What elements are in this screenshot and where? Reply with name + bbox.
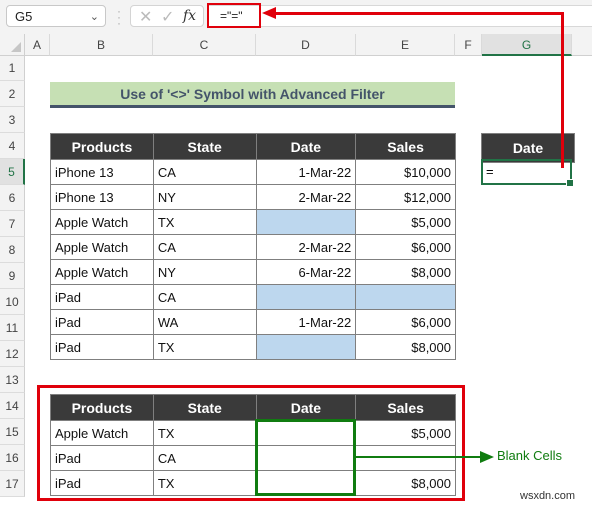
name-box[interactable]: G5 ⌄ [6,5,106,27]
select-all-button[interactable] [0,34,25,56]
table-row: Apple Watch NY 6-Mar-22 $8,000 [50,259,456,285]
table-row: iPhone 13 NY 2-Mar-22 $12,000 [50,184,456,210]
table-row: Apple Watch CA 2-Mar-22 $6,000 [50,234,456,260]
table-row: iPhone 13 CA 1-Mar-22 $10,000 [50,159,456,185]
fill-handle[interactable] [566,179,574,187]
product-cell[interactable]: iPhone 13 [50,159,154,185]
header-sales: Sales [355,133,456,160]
date-cell[interactable]: 2-Mar-22 [255,184,357,210]
product-cell[interactable]: Apple Watch [50,259,154,285]
column-header-f[interactable]: F [455,34,482,56]
date-cell[interactable]: 6-Mar-22 [255,259,357,285]
state-cell[interactable]: CA [152,284,257,310]
header-products: Products [50,133,154,160]
product-cell[interactable]: Apple Watch [50,209,154,235]
row-header-11[interactable]: 11 [0,315,25,341]
formula-bar: G5 ⌄ · · · ✕ ✓ fx ="=" [0,0,592,35]
cancel-icon[interactable]: ✕ [139,7,152,27]
row-header-5[interactable]: 5 [0,159,25,185]
state-cell[interactable]: WA [152,309,257,335]
active-cell-g5[interactable]: = [481,159,574,187]
enter-icon[interactable]: ✓ [161,7,174,27]
date-cell[interactable] [255,334,357,360]
row-header-3[interactable]: 3 [0,107,25,133]
blank-cells-label: Blank Cells [497,448,563,463]
blank-cells-highlight-box [255,419,356,496]
row-header-13[interactable]: 13 [0,367,25,393]
insert-function-icon[interactable]: fx [183,8,196,24]
formula-buttons: ✕ ✓ fx [130,5,204,27]
header-date: Date [255,133,357,160]
row-header-16[interactable]: 16 [0,445,25,471]
product-cell[interactable]: iPad [50,334,154,360]
date-cell[interactable]: 1-Mar-22 [255,309,357,335]
sales-cell[interactable]: $6,000 [355,309,456,335]
row-header-17[interactable]: 17 [0,471,25,497]
product-cell[interactable]: iPad [50,309,154,335]
table-row: iPad WA 1-Mar-22 $6,000 [50,309,456,335]
state-cell[interactable]: TX [152,209,257,235]
row-header-14[interactable]: 14 [0,393,25,419]
row-header-6[interactable]: 6 [0,185,25,211]
date-cell[interactable] [255,284,357,310]
red-connector-vertical [561,12,564,168]
row-header-8[interactable]: 8 [0,237,25,263]
sales-cell[interactable]: $5,000 [355,209,456,235]
date-cell[interactable] [255,209,357,235]
sales-cell[interactable]: $8,000 [355,259,456,285]
sales-cell[interactable]: $8,000 [355,334,456,360]
watermark: wsxdn.com [520,490,576,502]
product-cell[interactable]: iPad [50,284,154,310]
formula-highlight-box [207,3,261,28]
main-table-header-row: Products State Date Sales [50,133,456,160]
sales-cell[interactable] [355,284,456,310]
green-arrowhead-icon [480,451,494,463]
column-header-d[interactable]: D [256,34,356,56]
state-cell[interactable]: CA [152,159,257,185]
product-cell[interactable]: Apple Watch [50,234,154,260]
state-cell[interactable]: NY [152,259,257,285]
table-row: iPad CA [50,284,456,310]
row-header-12[interactable]: 12 [0,341,25,367]
sales-cell[interactable]: $6,000 [355,234,456,260]
red-connector-horizontal [274,12,564,15]
chevron-down-icon[interactable]: ⌄ [90,6,99,28]
row-header-2[interactable]: 2 [0,81,25,107]
criteria-value: = [486,164,494,179]
column-header-a[interactable]: A [25,34,50,56]
row-header-15[interactable]: 15 [0,419,25,445]
row-header-1[interactable]: 1 [0,56,25,81]
name-box-value: G5 [15,9,33,24]
green-connector [356,456,481,458]
row-header-4[interactable]: 4 [0,133,25,159]
state-cell[interactable]: TX [152,334,257,360]
row-header-10[interactable]: 10 [0,289,25,315]
sheet-title: Use of '<>' Symbol with Advanced Filter [50,82,455,108]
state-cell[interactable]: CA [152,234,257,260]
header-state: State [152,133,257,160]
sales-cell[interactable]: $12,000 [355,184,456,210]
date-cell[interactable]: 2-Mar-22 [255,234,357,260]
table-row: Apple Watch TX $5,000 [50,209,456,235]
row-header-9[interactable]: 9 [0,263,25,289]
column-header-b[interactable]: B [50,34,153,56]
main-data-table: Products State Date Sales iPhone 13 CA 1-M… [50,133,456,360]
column-header-h[interactable] [572,34,592,56]
drag-handle-icon[interactable]: · · · [117,5,121,29]
column-header-c[interactable]: C [153,34,256,56]
sales-cell[interactable]: $10,000 [355,159,456,185]
column-header-g[interactable]: G [482,34,572,56]
date-cell[interactable]: 1-Mar-22 [255,159,357,185]
state-cell[interactable]: NY [152,184,257,210]
product-cell[interactable]: iPhone 13 [50,184,154,210]
row-header-7[interactable]: 7 [0,211,25,237]
result-highlight-box [37,385,465,501]
table-row: iPad TX $8,000 [50,334,456,360]
column-header-e[interactable]: E [356,34,455,56]
